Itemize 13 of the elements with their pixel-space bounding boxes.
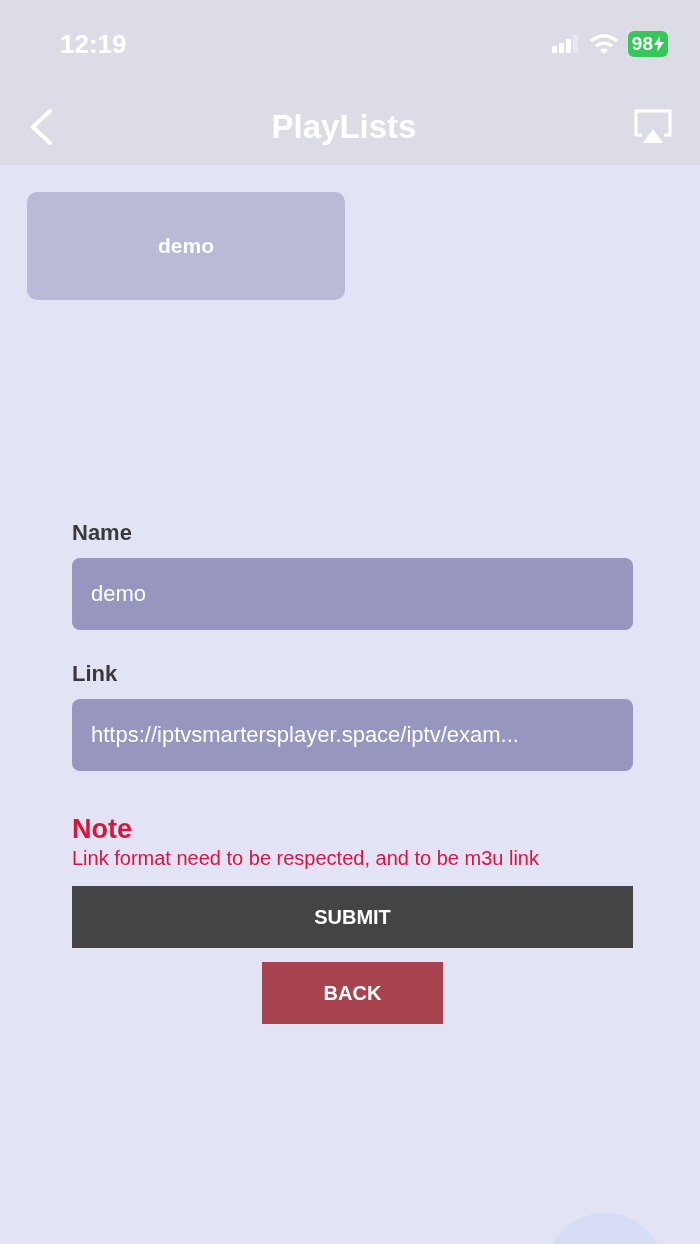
field-label: Name: [72, 520, 133, 546]
playlist-card[interactable]: demo: [27, 192, 345, 300]
signal-icon: [551, 35, 580, 53]
back-button[interactable]: BACK: [262, 962, 443, 1024]
note-title: Note: [72, 814, 133, 845]
wifi-icon: [589, 34, 618, 54]
submit-button[interactable]: SUBMIT: [72, 886, 633, 948]
input-field[interactable]: https://iptvsmartersplayer.space/iptv/exam...: [72, 699, 633, 771]
field-label: Link: [72, 661, 119, 687]
note-text: Link format need to be respected, and to be m3u link: [72, 847, 540, 870]
battery-indicator: 98: [627, 31, 668, 57]
airplay-icon[interactable]: [634, 108, 672, 145]
input-field[interactable]: demo: [72, 558, 633, 630]
